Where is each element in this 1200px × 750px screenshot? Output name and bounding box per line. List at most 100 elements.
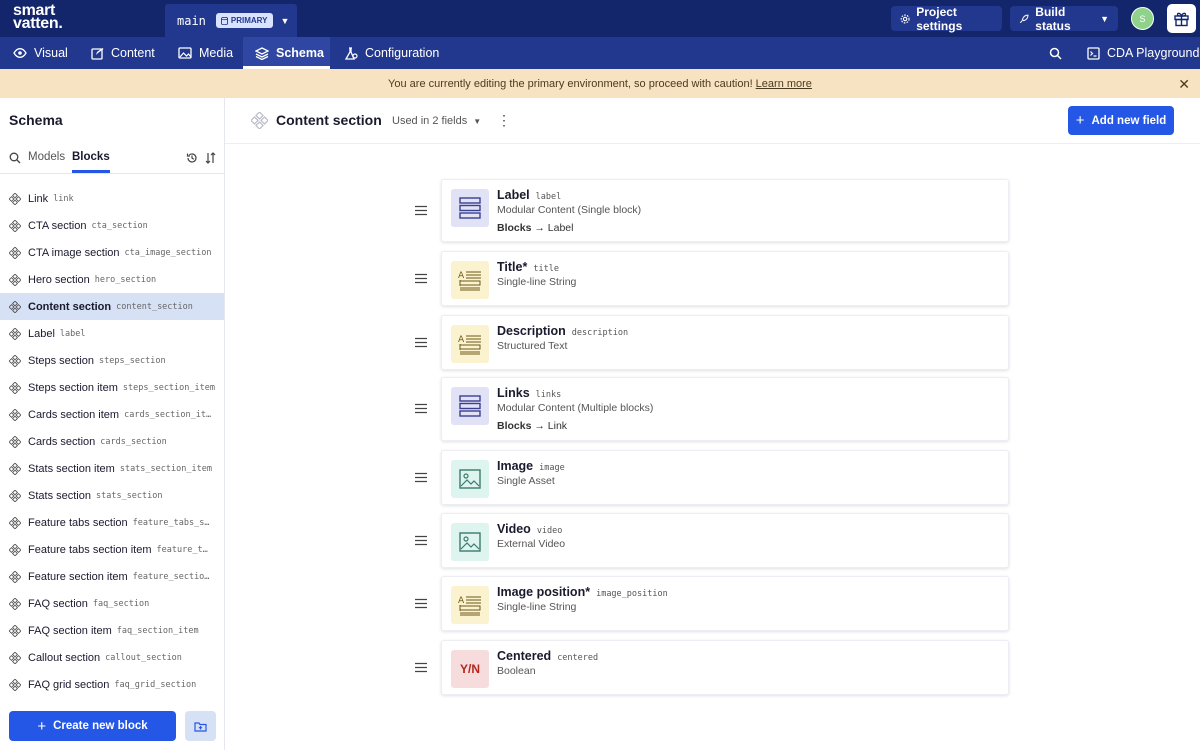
environment-warning-banner: You are currently editing the primary en… <box>0 69 1200 98</box>
database-icon <box>220 16 228 25</box>
sidebar-item-feature-sectio[interactable]: Feature section item feature_sectio… <box>0 563 224 590</box>
drag-handle-icon[interactable] <box>414 598 428 609</box>
new-folder-button[interactable] <box>185 711 216 741</box>
build-status-button[interactable]: Build status ▼ <box>1010 5 1118 33</box>
block-icon <box>9 381 21 394</box>
drag-handle-icon[interactable] <box>414 535 428 546</box>
used-in-dropdown[interactable]: Used in 2 fields ▼ <box>392 115 481 127</box>
sidebar-item-content-section[interactable]: Content section content_section <box>0 293 224 320</box>
sidebar-item-api-key: faq_grid_section <box>114 679 197 690</box>
drag-handle-icon[interactable] <box>414 403 428 414</box>
sidebar-item-api-key: feature_tabs_s… <box>132 517 210 528</box>
field-card[interactable]: Y/N Centered centered Boolean <box>441 640 1009 695</box>
tab-blocks[interactable]: Blocks <box>72 151 110 173</box>
sidebar-item-stats-section[interactable]: Stats section stats_section <box>0 482 224 509</box>
sidebar-item-cta-section[interactable]: CTA section cta_section <box>0 212 224 239</box>
nav-media[interactable]: Media <box>178 37 233 69</box>
block-header: Content section Used in 2 fields ▼ ⋮ + A… <box>225 98 1200 144</box>
block-icon <box>9 354 21 367</box>
block-icon <box>9 651 21 664</box>
sidebar-item-api-key: cta_image_section <box>124 247 212 258</box>
sidebar-item-label: Stats section <box>28 489 91 502</box>
learn-more-link[interactable]: Learn more <box>756 78 812 90</box>
modular-icon <box>451 387 489 425</box>
sidebar-item-api-key: callout_section <box>105 652 182 663</box>
sidebar-item-label: Label <box>28 327 55 340</box>
field-card[interactable]: Image image Single Asset <box>441 450 1009 505</box>
field-row-video: Video video External Video <box>414 513 1014 568</box>
block-icon <box>9 192 21 205</box>
sidebar-item-link[interactable]: Link link <box>0 185 224 212</box>
folder-plus-icon <box>194 721 207 732</box>
more-options-icon[interactable]: ⋮ <box>497 112 511 129</box>
cda-playground-button[interactable]: CDA Playground <box>1087 37 1199 69</box>
sidebar-item-label[interactable]: Label label <box>0 320 224 347</box>
drag-handle-icon[interactable] <box>414 662 428 673</box>
sidebar-item-stats-section-item[interactable]: Stats section item stats_section_item <box>0 455 224 482</box>
field-type: Boolean <box>497 665 536 677</box>
layers-icon <box>255 46 269 60</box>
environment-switcher[interactable]: main PRIMARY ▼ <box>165 4 297 37</box>
nav-visual[interactable]: Visual <box>13 37 68 69</box>
field-card[interactable]: A Image position* image_position Single-lin… <box>441 576 1009 631</box>
eye-icon <box>13 48 27 58</box>
plus-icon: + <box>1075 112 1085 129</box>
sidebar-item-hero-section[interactable]: Hero section hero_section <box>0 266 224 293</box>
sidebar-item-api-key: feature_sectio… <box>132 571 210 582</box>
string-icon: A <box>451 325 489 363</box>
sidebar-item-label: CTA section <box>28 219 87 232</box>
sidebar-item-feature-tabs-s[interactable]: Feature tabs section feature_tabs_s… <box>0 509 224 536</box>
sidebar-item-cta-image-section[interactable]: CTA image section cta_image_section <box>0 239 224 266</box>
tab-models[interactable]: Models <box>28 151 65 163</box>
nav-configuration[interactable]: Configuration <box>344 37 439 69</box>
block-icon <box>9 489 21 502</box>
sidebar-item-faq-grid-section[interactable]: FAQ grid section faq_grid_section <box>0 671 224 698</box>
gift-button[interactable] <box>1167 4 1196 33</box>
search-button[interactable] <box>1049 37 1062 69</box>
logo[interactable]: smart vatten. <box>13 3 83 32</box>
drag-handle-icon[interactable] <box>414 205 428 216</box>
block-icon <box>9 219 21 232</box>
field-name: Title* title <box>497 260 559 274</box>
nav-schema[interactable]: Schema <box>243 37 330 69</box>
field-row-links: Links links Modular Content (Multiple bloc… <box>414 377 1014 441</box>
nav-content[interactable]: Content <box>91 37 155 69</box>
project-settings-button[interactable]: Project settings <box>891 5 1002 33</box>
sidebar-item-feature-t[interactable]: Feature tabs section item feature_t… <box>0 536 224 563</box>
sidebar-item-label: Steps section item <box>28 381 118 394</box>
sidebar-item-steps-section-item[interactable]: Steps section item steps_section_item <box>0 374 224 401</box>
field-card[interactable]: Video video External Video <box>441 513 1009 568</box>
search-icon <box>1049 47 1062 60</box>
field-type: Modular Content (Multiple blocks) <box>497 402 654 414</box>
page-title: Content section <box>276 112 382 128</box>
drag-handle-icon[interactable] <box>414 273 428 284</box>
sidebar-tabs: Models Blocks <box>0 144 224 174</box>
block-icon <box>9 624 21 637</box>
field-card[interactable]: A Title* title Single-line String <box>441 251 1009 306</box>
search-icon[interactable] <box>9 152 21 164</box>
block-icon <box>251 112 268 129</box>
plus-icon: + <box>37 717 47 735</box>
image-icon <box>178 47 192 59</box>
avatar[interactable]: S <box>1131 7 1154 30</box>
close-icon[interactable]: ✕ <box>1178 76 1190 93</box>
sidebar-item-faq-section-item[interactable]: FAQ section item faq_section_item <box>0 617 224 644</box>
field-api-key: video <box>536 526 563 536</box>
history-icon[interactable] <box>186 152 198 164</box>
field-card[interactable]: A Description description Structured Text <box>441 315 1009 370</box>
drag-handle-icon[interactable] <box>414 337 428 348</box>
field-row-title: A Title* title Single-line String <box>414 251 1014 306</box>
field-card[interactable]: Links links Modular Content (Multiple bloc… <box>441 377 1009 441</box>
field-card[interactable]: Label label Modular Content (Single block)… <box>441 179 1009 242</box>
sidebar-item-steps-section[interactable]: Steps section steps_section <box>0 347 224 374</box>
sidebar-item-cards-section-it[interactable]: Cards section item cards_section_it… <box>0 401 224 428</box>
drag-handle-icon[interactable] <box>414 472 428 483</box>
add-new-field-button[interactable]: + Add new field <box>1068 106 1174 135</box>
sidebar-item-api-key: content_section <box>116 301 193 312</box>
sidebar-item-faq-section[interactable]: FAQ section faq_section <box>0 590 224 617</box>
primary-badge: PRIMARY <box>215 13 273 28</box>
sidebar-item-callout-section[interactable]: Callout section callout_section <box>0 644 224 671</box>
sort-icon[interactable] <box>205 152 216 164</box>
create-new-block-button[interactable]: + Create new block <box>9 711 176 741</box>
sidebar-item-cards-section[interactable]: Cards section cards_section <box>0 428 224 455</box>
